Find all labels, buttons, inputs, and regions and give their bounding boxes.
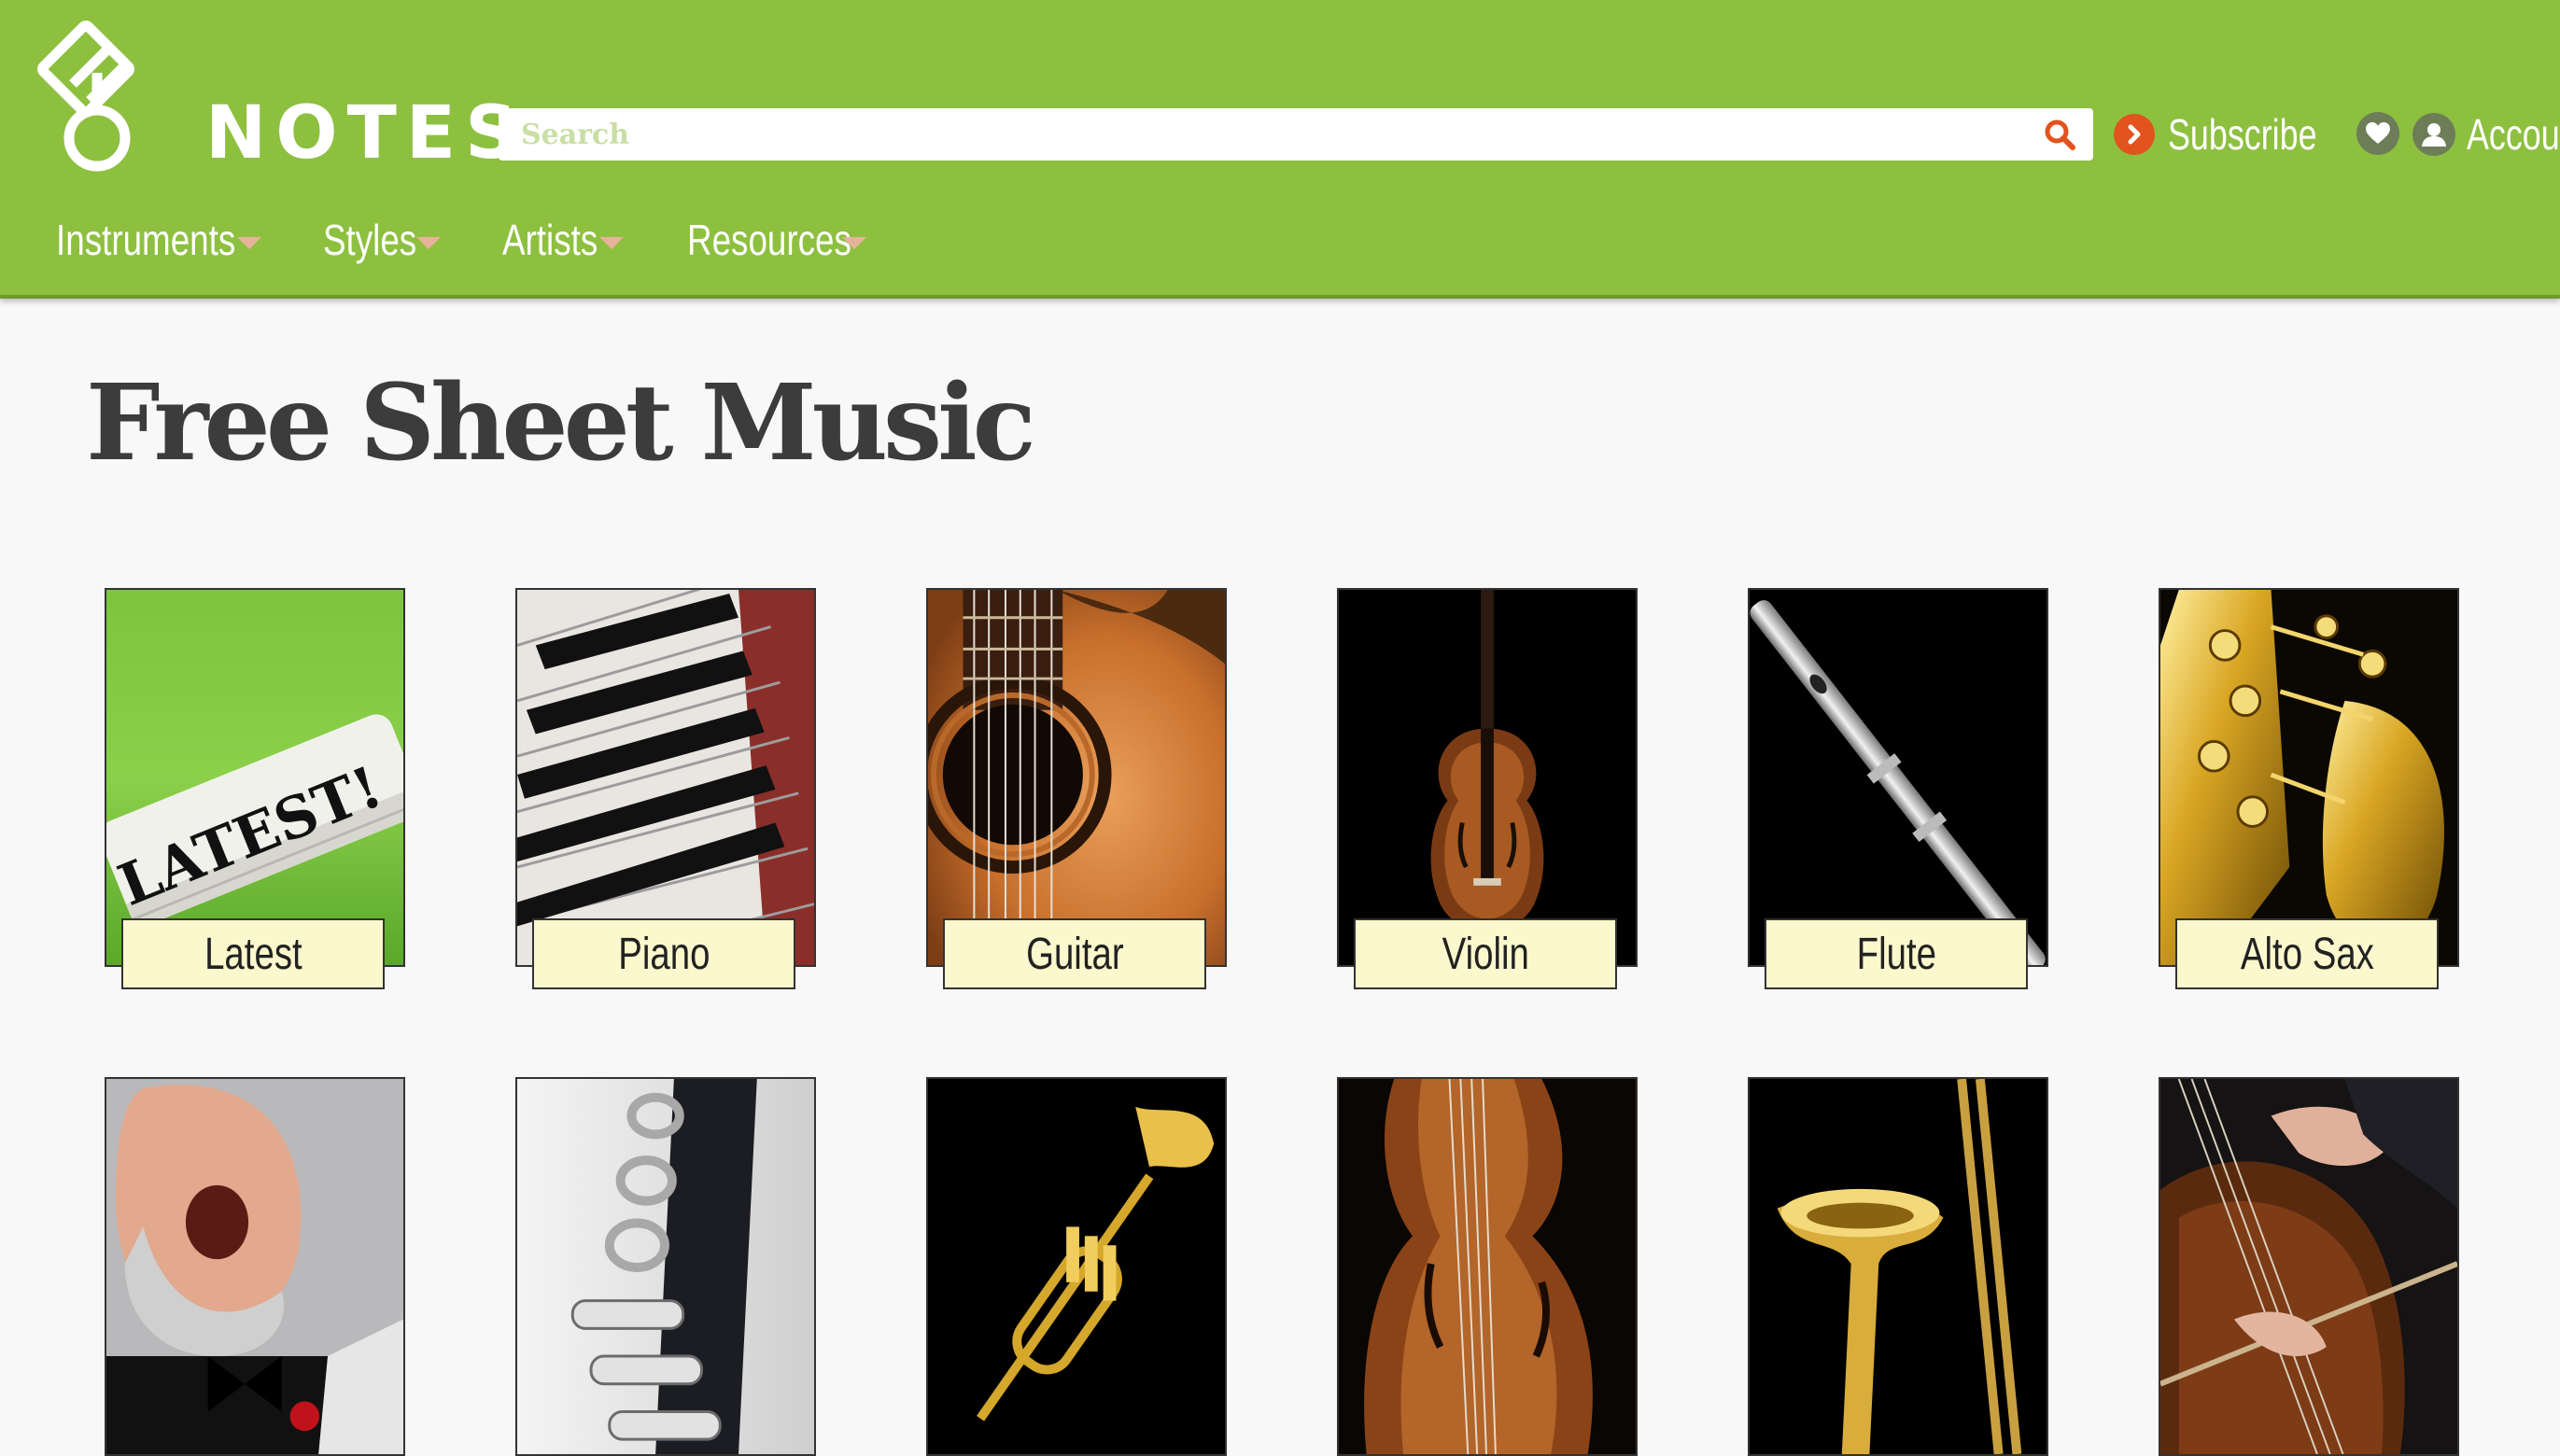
search-icon[interactable] bbox=[2043, 118, 2076, 151]
search-input[interactable] bbox=[499, 108, 2030, 161]
caret-down-icon bbox=[842, 237, 866, 249]
tile-image-piano bbox=[515, 588, 816, 967]
caret-down-icon bbox=[237, 237, 261, 249]
category-tile-clarinet[interactable] bbox=[515, 1077, 816, 1456]
nav-item-instruments[interactable]: Instruments bbox=[56, 205, 280, 274]
tile-label: Guitar bbox=[943, 918, 1206, 989]
nav-item-label: Styles bbox=[323, 216, 417, 264]
heart-icon[interactable] bbox=[2356, 112, 2399, 155]
subscribe-label: Subscribe bbox=[2168, 110, 2317, 159]
category-tile-piano[interactable]: Piano bbox=[515, 588, 816, 989]
category-tile-alto-sax[interactable]: Alto Sax bbox=[2159, 588, 2459, 989]
tile-label: Piano bbox=[532, 918, 795, 989]
tile-image-latest: LATEST! bbox=[105, 588, 405, 967]
tile-image-flute bbox=[1748, 588, 2048, 967]
account-link[interactable]: Account bbox=[2412, 105, 2560, 164]
nav-item-label: Artists bbox=[502, 216, 598, 264]
tile-image-singer bbox=[105, 1077, 405, 1456]
tile-label: Alto Sax bbox=[2175, 918, 2439, 989]
tile-label: Violin bbox=[1354, 918, 1617, 989]
tile-label: Flute bbox=[1765, 918, 2028, 989]
category-tile-voice[interactable] bbox=[105, 1077, 405, 1456]
chevron-right-icon bbox=[2114, 114, 2155, 155]
tile-image-violin bbox=[1337, 588, 1638, 967]
site-logo[interactable]: NOTES bbox=[35, 19, 517, 177]
logo-wordmark: NOTES bbox=[205, 91, 527, 175]
category-tile-violin[interactable]: Violin bbox=[1337, 588, 1638, 989]
user-icon bbox=[2412, 113, 2455, 156]
tile-image-viola bbox=[1337, 1077, 1638, 1456]
tile-image-trumpet bbox=[926, 1077, 1227, 1456]
account-label: Account bbox=[2467, 110, 2560, 159]
subscribe-link[interactable]: Subscribe bbox=[2114, 105, 2359, 164]
tile-image-guitar bbox=[926, 588, 1227, 967]
category-tile-viola[interactable] bbox=[1337, 1077, 1638, 1456]
nav-item-resources[interactable]: Resources bbox=[687, 205, 893, 274]
site-header: NOTES Subscribe Account Instruments Styl… bbox=[0, 0, 2560, 299]
nav-item-styles[interactable]: Styles bbox=[323, 205, 441, 274]
category-tile-flute[interactable]: Flute bbox=[1748, 588, 2048, 989]
main-nav: Instruments Styles Artists Resources bbox=[0, 205, 2560, 274]
category-tile-trumpet[interactable] bbox=[926, 1077, 1227, 1456]
nav-item-label: Resources bbox=[687, 216, 851, 264]
search-bar bbox=[499, 108, 2093, 161]
tile-label: Latest bbox=[121, 918, 385, 989]
category-tile-latest[interactable]: LATEST! Latest bbox=[105, 588, 405, 989]
category-tile-cello[interactable] bbox=[2159, 1077, 2459, 1456]
tile-image-cello bbox=[2159, 1077, 2459, 1456]
caret-down-icon bbox=[416, 237, 441, 249]
nav-item-label: Instruments bbox=[56, 216, 236, 264]
tile-image-alto-sax bbox=[2159, 588, 2459, 967]
page-title: Free Sheet Music bbox=[86, 362, 1036, 484]
8notes-logo-icon bbox=[37, 21, 134, 172]
tile-image-clarinet bbox=[515, 1077, 816, 1456]
tile-image-trombone bbox=[1748, 1077, 2048, 1456]
category-tile-trombone[interactable] bbox=[1748, 1077, 2048, 1456]
nav-item-artists[interactable]: Artists bbox=[502, 205, 624, 274]
category-tile-guitar[interactable]: Guitar bbox=[926, 588, 1227, 989]
caret-down-icon bbox=[599, 237, 624, 249]
